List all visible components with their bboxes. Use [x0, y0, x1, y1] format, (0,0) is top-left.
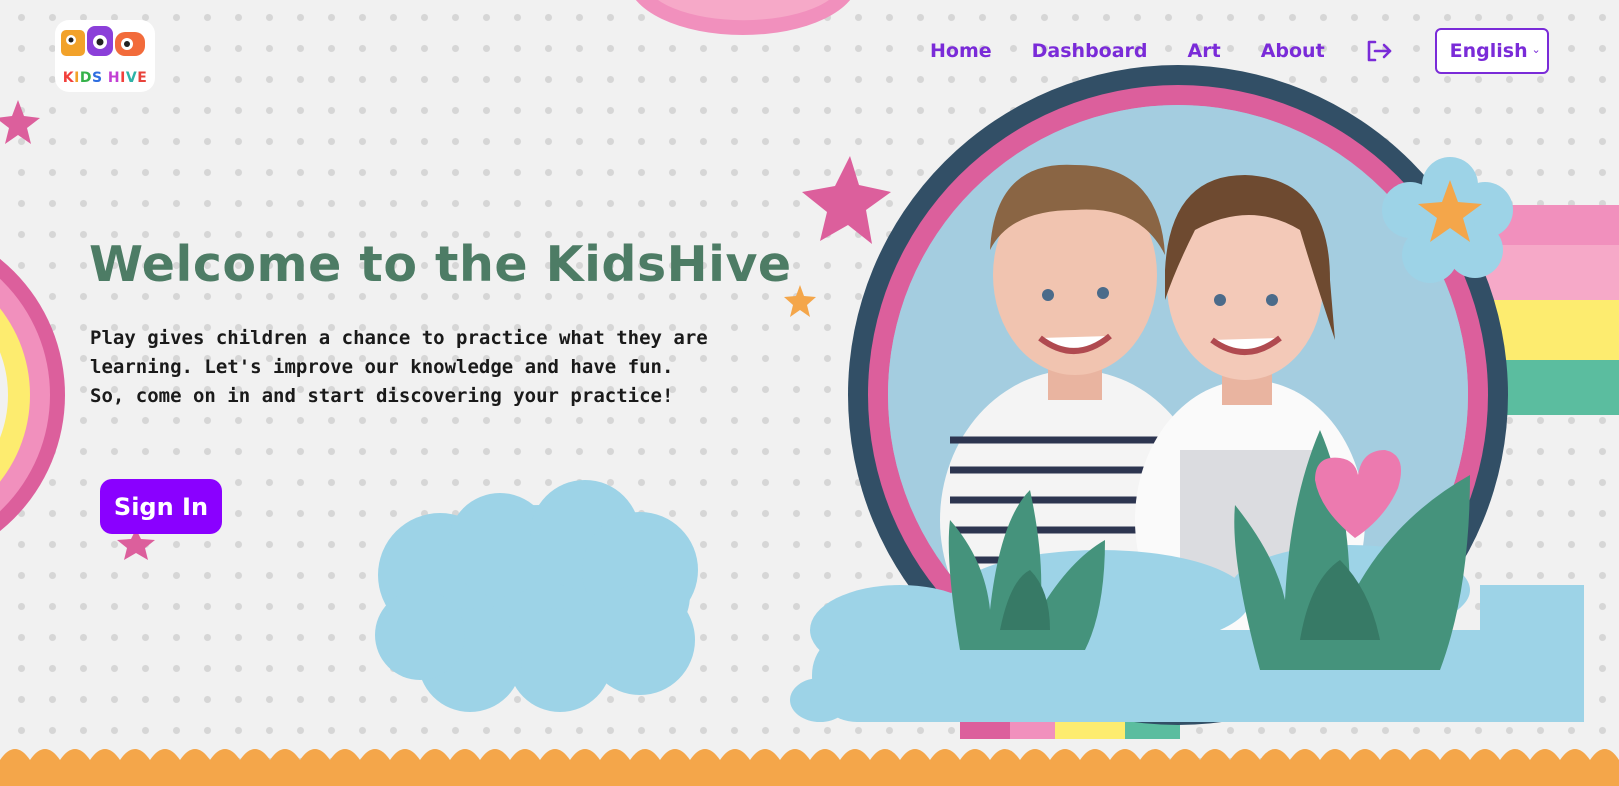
sign-in-button[interactable]: Sign In	[100, 479, 222, 534]
logo-letter: K	[62, 70, 75, 86]
hero-description: Play gives children a chance to practice…	[90, 324, 730, 411]
logo-letter: V	[125, 70, 138, 86]
nav-link-about[interactable]: About	[1261, 40, 1325, 62]
nav-link-home[interactable]: Home	[930, 40, 992, 62]
nav-link-art[interactable]: Art	[1188, 40, 1221, 62]
cloud-decoration	[375, 480, 698, 712]
logo-mascots-icon	[61, 26, 145, 56]
left-rainbow-decoration	[0, 258, 65, 532]
hero-description-line: Play gives children a chance to practice…	[90, 327, 708, 349]
logo-letter: S	[91, 70, 103, 86]
hero-illustration	[790, 65, 1619, 725]
logo-text: KIDS HIVE	[55, 70, 155, 86]
logo-letter: D	[79, 70, 92, 86]
chevron-down-icon: ⌄	[1531, 43, 1541, 56]
nav-link-dashboard[interactable]: Dashboard	[1032, 40, 1148, 62]
hero-description-line: learning. Let's improve our knowledge an…	[90, 356, 674, 378]
logo-letter: H	[107, 70, 121, 86]
hero-description-line: So, come on in and start discovering you…	[90, 385, 674, 407]
wave-footer-decoration	[0, 749, 1619, 786]
hero-title: Welcome to the KidsHive	[89, 236, 792, 293]
logo-letter: E	[137, 70, 148, 86]
language-selected-label: English	[1449, 40, 1528, 62]
kidshive-logo[interactable]: KIDS HIVE	[55, 20, 155, 92]
